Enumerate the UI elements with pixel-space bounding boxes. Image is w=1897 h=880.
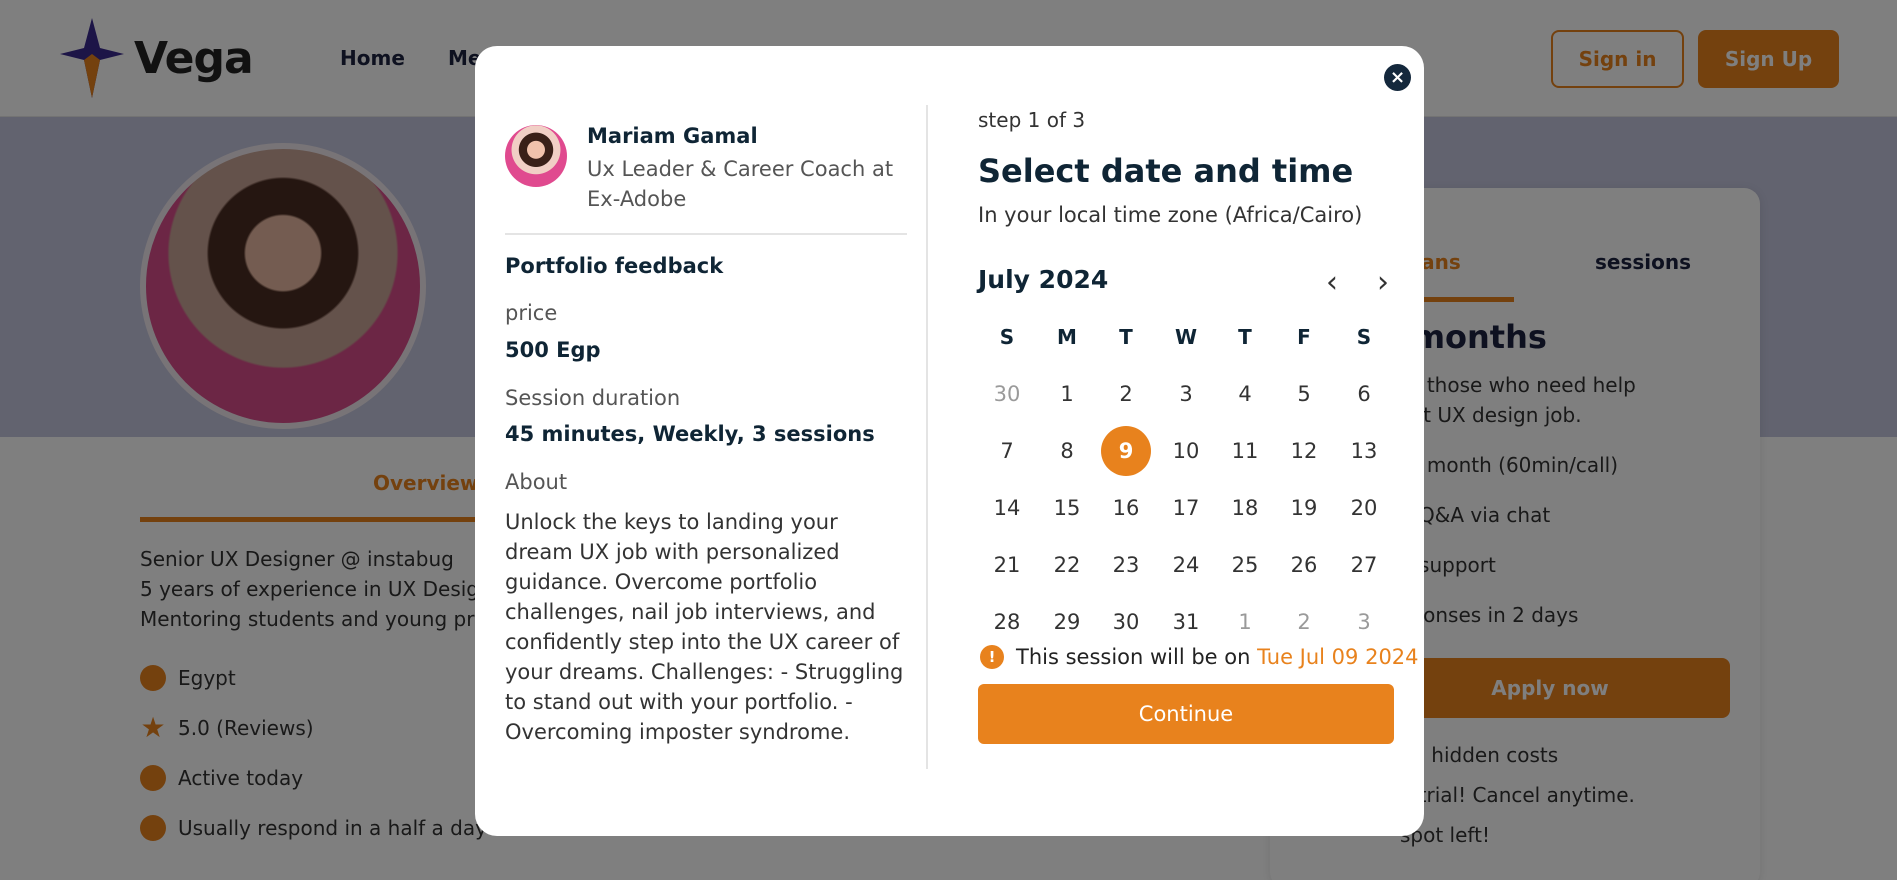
calendar-day[interactable]: 30 [1101, 597, 1151, 647]
calendar-month-label: July 2024 [978, 265, 1109, 294]
session-date-value: Tue Jul 09 2024 [1257, 645, 1419, 669]
calendar-day[interactable]: 21 [982, 540, 1032, 590]
weekday-header: M [1057, 325, 1077, 349]
price-value: 500 Egp [505, 338, 601, 362]
calendar-day[interactable]: 2 [1279, 597, 1329, 647]
calendar-day[interactable]: 11 [1220, 426, 1270, 476]
calendar-day[interactable]: 4 [1220, 369, 1270, 419]
close-icon[interactable]: × [1384, 64, 1411, 91]
weekday-header: T [1238, 325, 1252, 349]
weekday-header: T [1119, 325, 1133, 349]
session-name: Portfolio feedback [505, 254, 724, 278]
price-label: price [505, 301, 558, 325]
calendar-day[interactable]: 3 [1339, 597, 1389, 647]
timezone-label: In your local time zone (Africa/Cairo) [978, 203, 1363, 227]
session-date-text: This session will be on Tue Jul 09 2024 [1016, 645, 1419, 669]
calendar-day[interactable]: 3 [1161, 369, 1211, 419]
duration-label: Session duration [505, 386, 681, 410]
calendar-day[interactable]: 6 [1339, 369, 1389, 419]
session-date-prefix: This session will be on [1016, 645, 1258, 669]
calendar-day[interactable]: 29 [1042, 597, 1092, 647]
coach-avatar [505, 125, 567, 187]
calendar-day[interactable]: 7 [982, 426, 1032, 476]
calendar-day[interactable]: 1 [1042, 369, 1092, 419]
calendar-day[interactable]: 1 [1220, 597, 1270, 647]
chevron-left-icon[interactable]: ‹ [1318, 268, 1346, 298]
calendar-day[interactable]: 17 [1161, 483, 1211, 533]
calendar-day[interactable]: 5 [1279, 369, 1329, 419]
modal-heading: Select date and time [978, 152, 1354, 190]
coach-title: Ux Leader & Career Coach at Ex-Adobe [587, 157, 894, 211]
weekday-header: F [1297, 325, 1311, 349]
duration-value: 45 minutes, Weekly, 3 sessions [505, 422, 875, 446]
chevron-right-icon[interactable]: › [1369, 268, 1397, 298]
calendar-day[interactable]: 30 [982, 369, 1032, 419]
about-text: Unlock the keys to landing your dream UX… [505, 510, 904, 744]
calendar-day[interactable]: 16 [1101, 483, 1151, 533]
session-date-notice: ! This session will be on Tue Jul 09 202… [980, 645, 1419, 669]
weekday-header: S [1356, 325, 1372, 349]
calendar-day[interactable]: 31 [1161, 597, 1211, 647]
coach-divider [505, 233, 907, 235]
weekday-header: W [1174, 325, 1198, 349]
calendar-day[interactable]: 13 [1339, 426, 1389, 476]
calendar-day[interactable]: 26 [1279, 540, 1329, 590]
calendar-day[interactable]: 2 [1101, 369, 1151, 419]
calendar-day[interactable]: 12 [1279, 426, 1329, 476]
calendar-day-selected[interactable]: 9 [1101, 426, 1151, 476]
calendar-day[interactable]: 23 [1101, 540, 1151, 590]
calendar-day[interactable]: 14 [982, 483, 1032, 533]
warning-icon: ! [980, 645, 1004, 669]
calendar-day[interactable]: 22 [1042, 540, 1092, 590]
modal-divider [926, 105, 928, 769]
calendar-day[interactable]: 18 [1220, 483, 1270, 533]
about-label: About [505, 470, 568, 494]
coach-name: Mariam Gamal [587, 124, 758, 148]
calendar-day[interactable]: 8 [1042, 426, 1092, 476]
calendar-day[interactable]: 15 [1042, 483, 1092, 533]
calendar-day[interactable]: 19 [1279, 483, 1329, 533]
calendar-day[interactable]: 20 [1339, 483, 1389, 533]
calendar-day[interactable]: 27 [1339, 540, 1389, 590]
calendar-day[interactable]: 28 [982, 597, 1032, 647]
calendar-day[interactable]: 24 [1161, 540, 1211, 590]
calendar-day[interactable]: 25 [1220, 540, 1270, 590]
continue-button[interactable]: Continue [978, 684, 1394, 744]
weekday-header: S [999, 325, 1015, 349]
step-indicator: step 1 of 3 [978, 108, 1086, 132]
calendar-day[interactable]: 10 [1161, 426, 1211, 476]
